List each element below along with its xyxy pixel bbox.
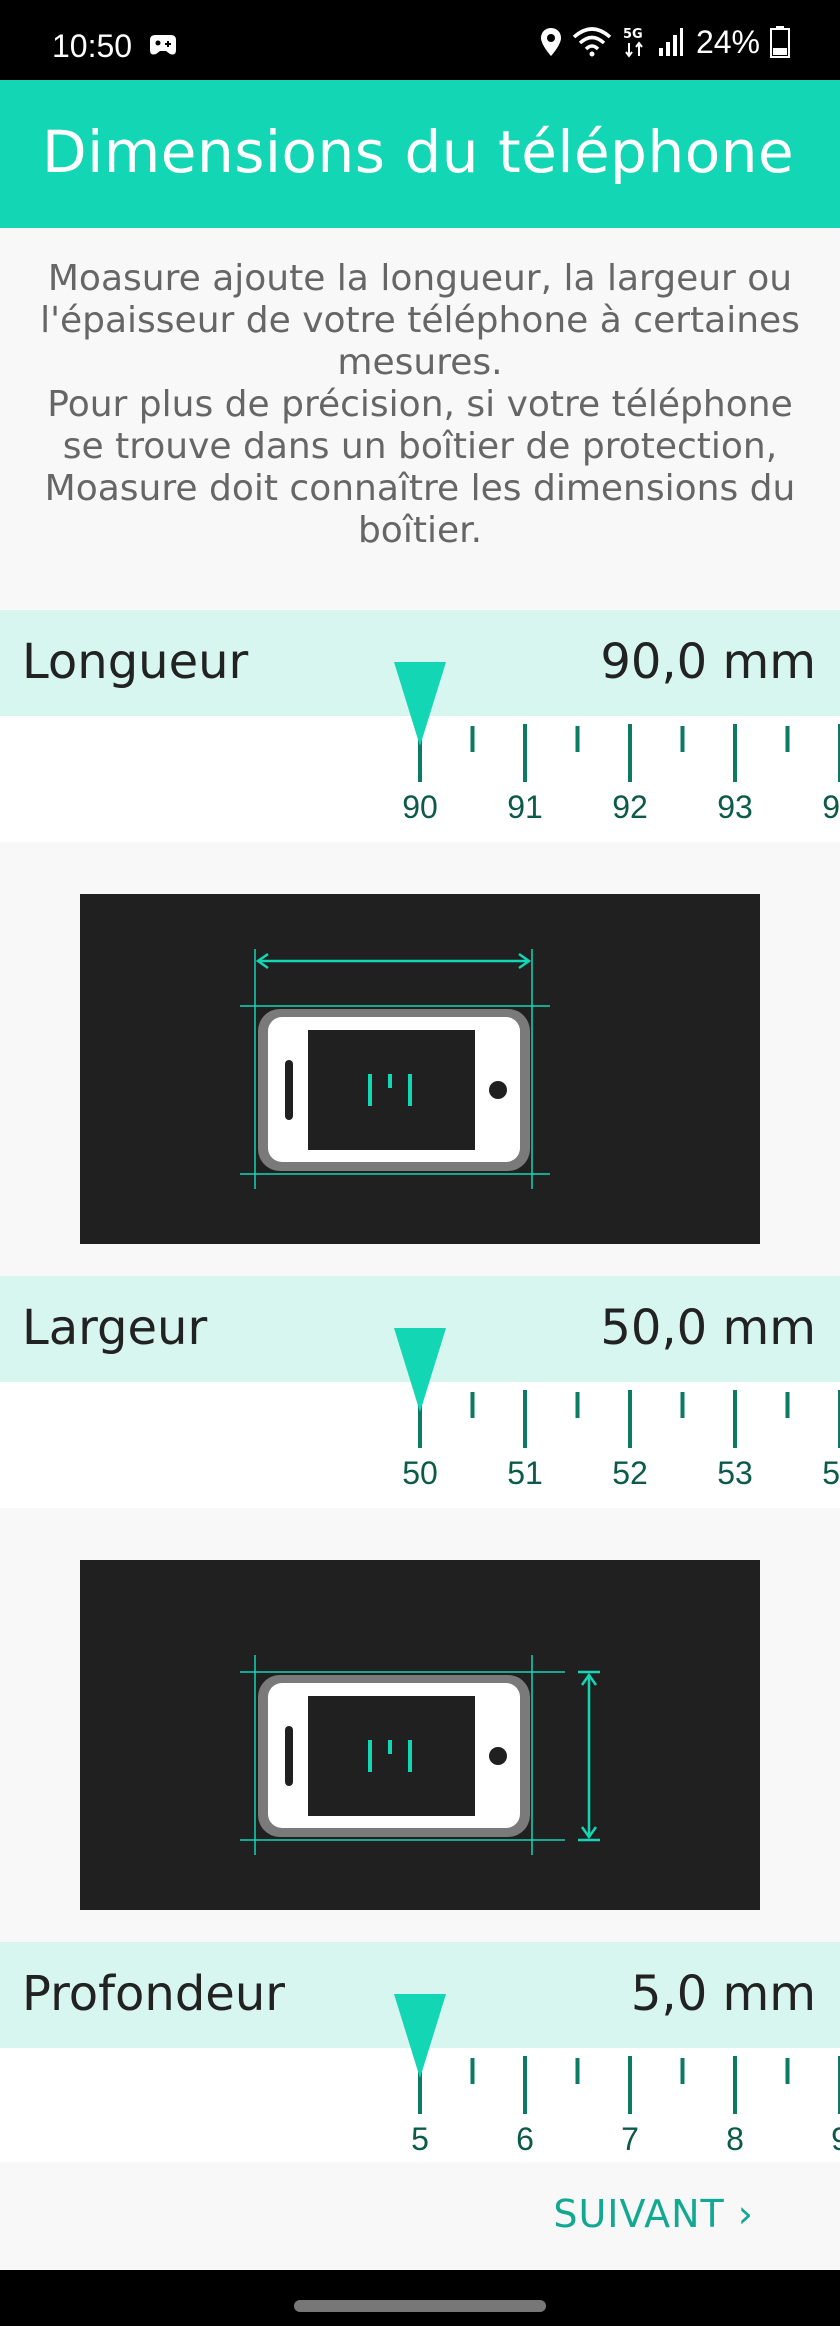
battery-percent: 24% — [695, 23, 760, 60]
ruler-tick-label: 53 — [717, 1455, 753, 1491]
phone-length-illustration — [80, 894, 760, 1244]
svg-text:5G: 5G — [623, 27, 643, 42]
page-title: Dimensions du téléphone — [42, 118, 795, 186]
network-5g-icon: 5G — [623, 27, 643, 58]
wifi-icon — [572, 27, 612, 57]
ruler-tick-label: 5 — [411, 2121, 429, 2157]
length-label: Longueur — [22, 634, 249, 690]
depth-value: 5,0 mm — [630, 1966, 816, 2022]
phone-width-diagram — [240, 1655, 600, 1855]
ruler-pointer-icon[interactable] — [393, 1328, 447, 1414]
length-value: 90,0 mm — [600, 634, 816, 690]
location-icon — [540, 28, 561, 56]
app-header: Dimensions du téléphone — [0, 80, 840, 228]
ruler-tick-label: 92 — [612, 789, 648, 825]
status-bar: 10:50 5G 24% — [0, 0, 840, 80]
ruler-tick-label: 51 — [507, 1455, 543, 1491]
ruler-tick-label: 9 — [831, 2121, 840, 2157]
status-icons: 5G 24% — [540, 24, 790, 60]
ruler-pointer-icon[interactable] — [393, 1994, 447, 2080]
phone-length-diagram — [240, 949, 550, 1189]
game-icon — [150, 35, 176, 55]
ruler-tick-label: 7 — [621, 2121, 639, 2157]
intro-paragraph-2: Pour plus de précision, si votre télépho… — [44, 384, 796, 551]
ruler-tick-label: 8 — [726, 2121, 744, 2157]
ruler-tick-label: 54 — [822, 1455, 840, 1491]
ruler-tick-label: 90 — [402, 789, 438, 825]
ruler-pointer-icon[interactable] — [393, 662, 447, 748]
intro-paragraph-1: Moasure ajoute la longueur, la largeur o… — [40, 258, 800, 383]
home-indicator[interactable] — [294, 2300, 546, 2312]
width-label: Largeur — [22, 1300, 208, 1356]
ruler-tick-label: 52 — [612, 1455, 648, 1491]
phone-width-illustration — [80, 1560, 760, 1910]
ruler-tick-label: 94 — [822, 789, 840, 825]
ruler-tick-label: 50 — [402, 1455, 438, 1491]
navigation-bar — [0, 2270, 840, 2326]
depth-label: Profondeur — [22, 1966, 285, 2022]
intro-text: Moasure ajoute la longueur, la largeur o… — [30, 258, 810, 552]
signal-icon — [658, 28, 683, 56]
battery-icon — [770, 26, 790, 58]
ruler-tick-label: 6 — [516, 2121, 534, 2157]
ruler-tick-label: 93 — [717, 789, 753, 825]
status-time: 10:50 — [52, 28, 133, 64]
width-value: 50,0 mm — [600, 1300, 816, 1356]
ruler-tick-label: 91 — [507, 789, 543, 825]
next-button[interactable]: SUIVANT › — [553, 2192, 754, 2236]
